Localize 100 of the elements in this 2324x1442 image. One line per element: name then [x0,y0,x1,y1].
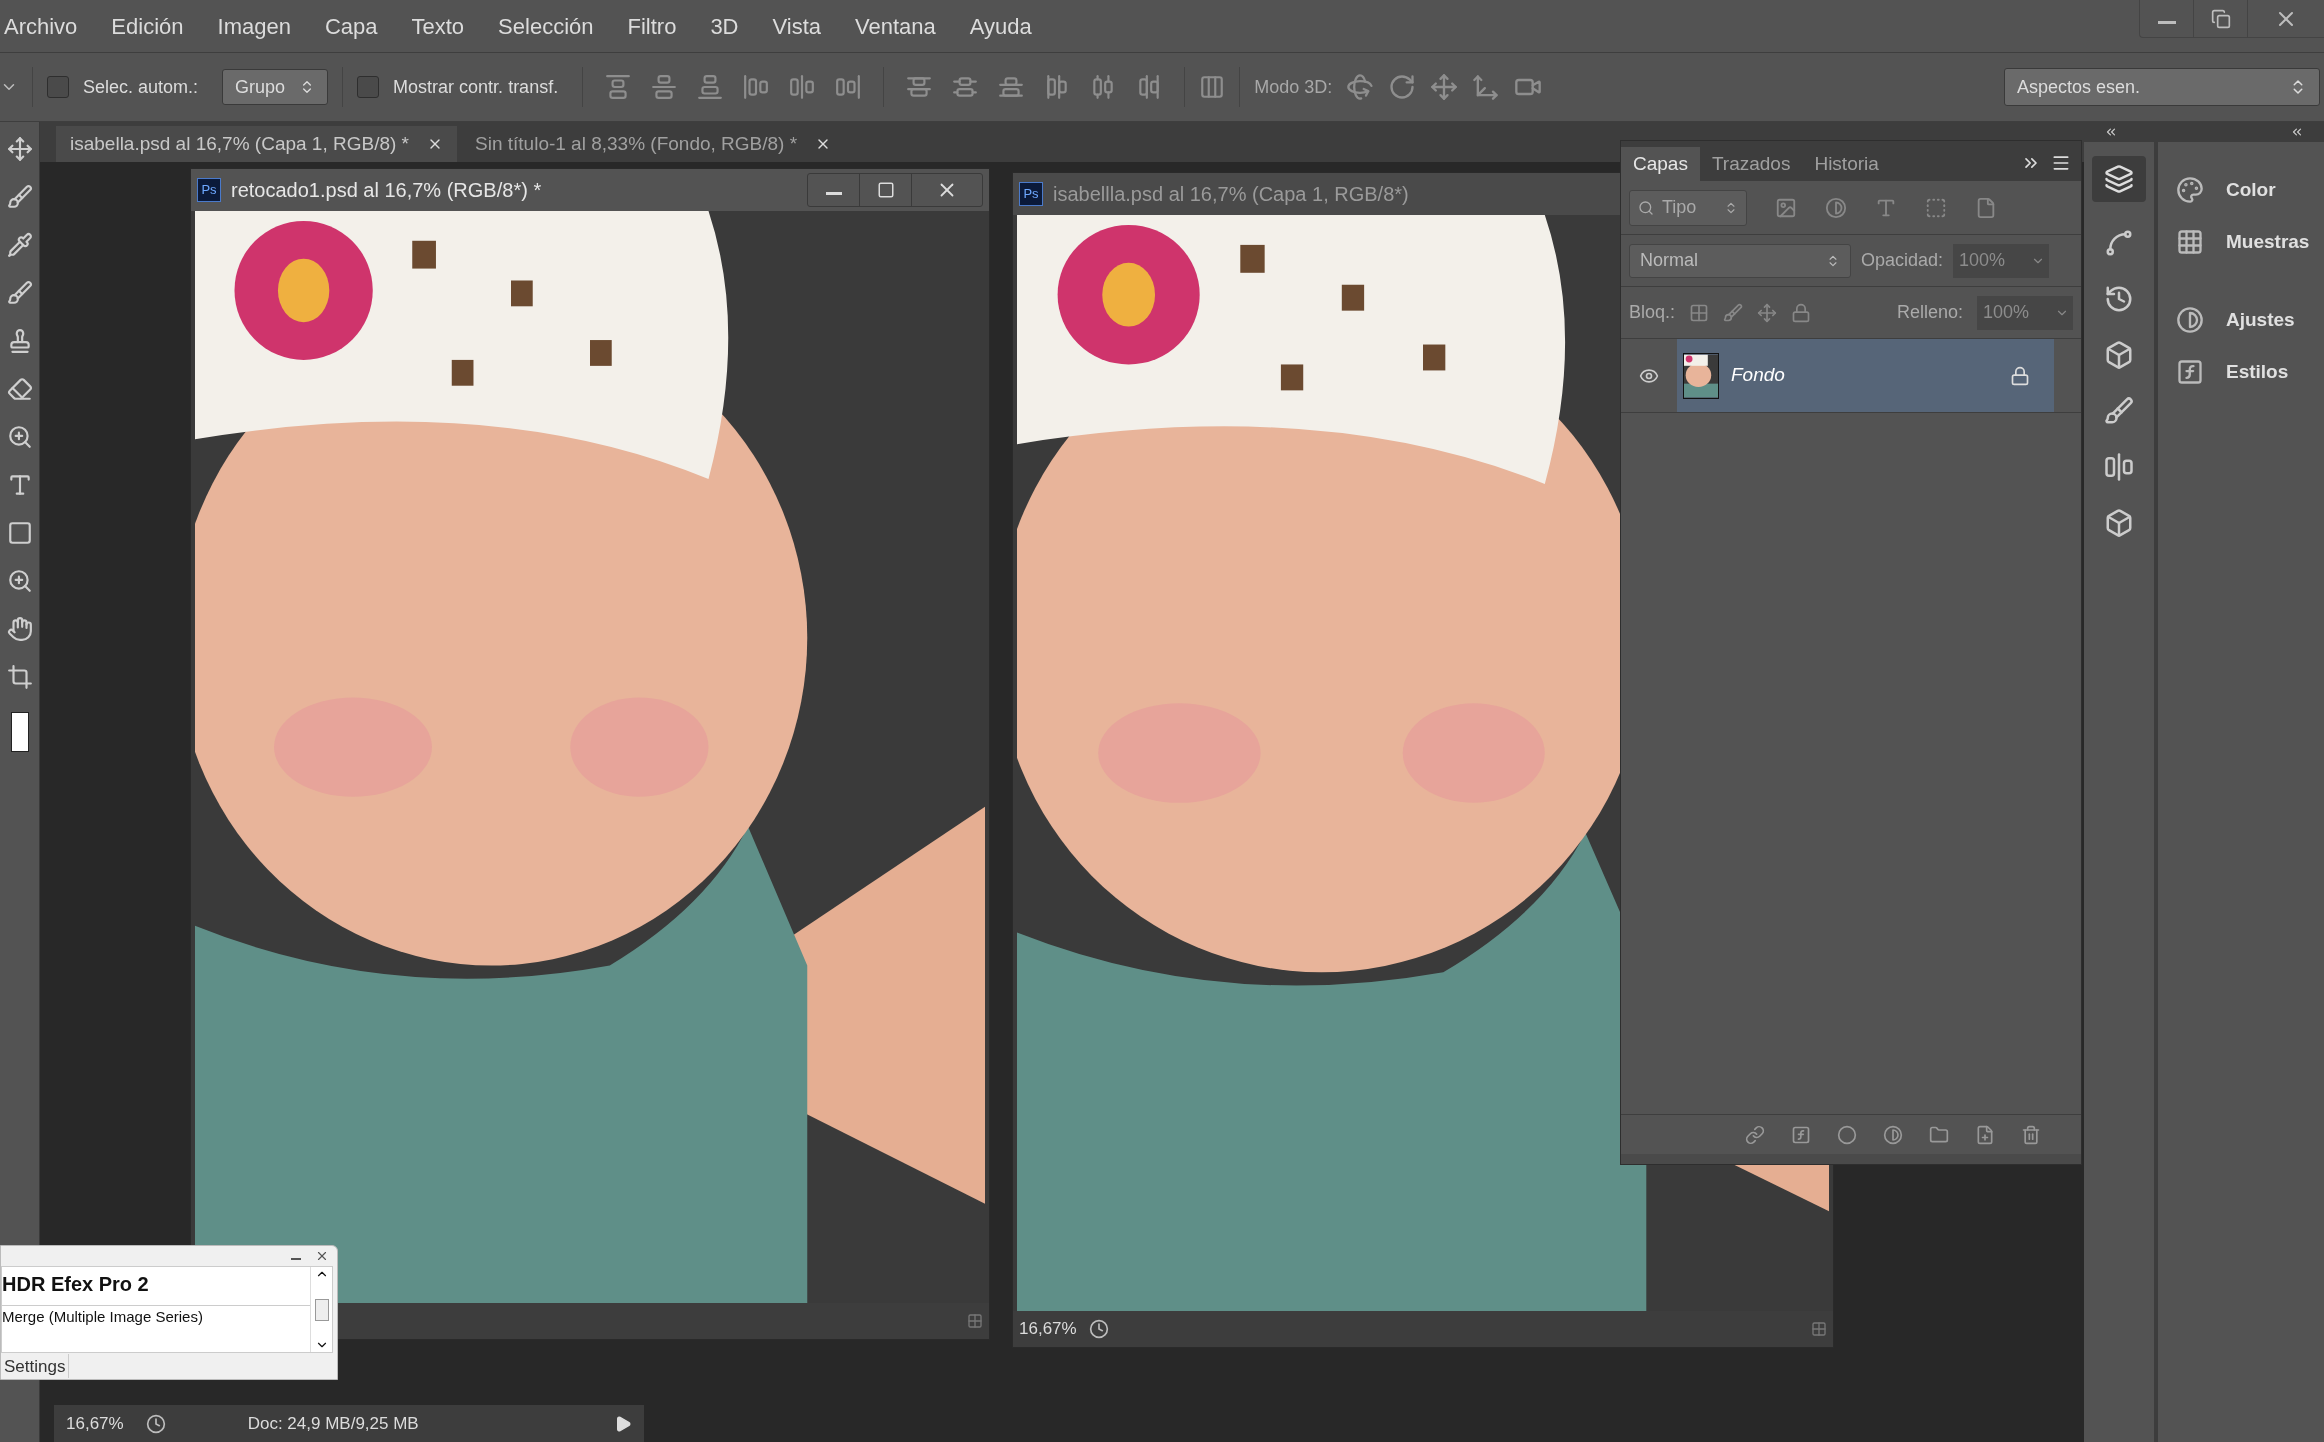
trash-icon[interactable] [2021,1124,2041,1145]
dock-item[interactable]: Ajustes [2158,294,2324,346]
list-item[interactable]: Merge (Multiple Image Series) [2,1305,310,1329]
menu-item[interactable]: Edición [111,9,184,43]
blend-mode-dropdown[interactable]: Normal [1629,243,1851,278]
history-icon[interactable] [2104,284,2134,314]
brush-icon[interactable] [2104,396,2134,426]
collapse-icon[interactable] [2290,125,2304,139]
opacity-label: Opacidad: [1861,249,1944,272]
tool-icon[interactable] [6,520,33,546]
tool-icon[interactable] [6,184,33,210]
move-icon[interactable] [1430,73,1459,101]
adjustment-icon[interactable] [1825,196,1847,219]
panel-grip[interactable] [1621,1154,2081,1164]
tool-icon[interactable] [6,136,33,162]
menu-item[interactable]: Selección [498,9,594,43]
new-layer-icon[interactable] [1975,1124,1995,1145]
dock-item[interactable]: Muestras [2158,216,2324,268]
align-icon[interactable] [651,74,678,100]
workspace-dropdown[interactable]: Aspectos esen. [2004,68,2320,106]
panel-tab[interactable]: Historia [1802,147,1891,181]
search-icon [1638,199,1654,216]
menu-item[interactable]: Filtro [627,9,677,43]
auto-select-dropdown[interactable]: Grupo [222,69,329,105]
app-badge: Ps [197,178,221,202]
checkbox[interactable] [47,76,69,98]
menu-item[interactable]: Texto [411,9,465,43]
layers-icon[interactable] [2092,156,2146,202]
color-swatch[interactable] [10,712,29,752]
panel-menu-icon[interactable] [2051,153,2071,173]
menu-item[interactable]: Imagen [217,9,291,43]
lock-label: Bloq.: [1629,301,1676,324]
menu-item[interactable]: Capa [324,9,378,43]
tool-icon[interactable] [6,424,33,450]
show-transform-label: Mostrar contr. transf. [393,75,559,99]
properties-icon[interactable] [2104,452,2134,482]
slide-icon[interactable] [1472,73,1501,101]
tool-icon[interactable] [6,616,33,642]
tool-icon[interactable] [6,232,33,258]
columns-icon[interactable] [1199,74,1226,100]
play-icon[interactable] [614,1414,632,1433]
dock-item[interactable]: Estilos [2158,346,2324,398]
panel-tab[interactable]: Trazados [1699,147,1803,181]
plugin-title: HDR Efex Pro 2 [2,1272,150,1297]
tool-icon[interactable] [6,664,33,690]
brush-icon[interactable] [1723,302,1744,323]
tool-icon[interactable] [6,376,33,402]
shape-icon[interactable] [1925,196,1947,219]
paths-icon[interactable] [2104,228,2134,258]
layer-name: Fondo [1731,363,1785,388]
checkbox[interactable] [357,76,380,98]
align-icon[interactable] [697,74,724,100]
distribute-icon[interactable] [906,74,933,100]
align-icon[interactable] [835,74,862,100]
app-badge: Ps [1019,182,1043,206]
menu-item[interactable]: Vista [772,9,821,43]
menu-item[interactable]: Archivo [4,9,78,43]
menu-item[interactable]: Ventana [855,9,936,43]
folder-icon[interactable] [1929,1124,1949,1145]
mask-icon[interactable] [1837,1124,1857,1145]
cube-icon[interactable] [2104,340,2134,370]
layer-row[interactable]: Fondo [1677,339,2054,412]
minimize-icon [825,191,842,195]
align-icon[interactable] [605,74,632,100]
roll-icon[interactable] [1388,73,1417,101]
fill-label: Relleno: [1896,301,1963,324]
lock-position-icon[interactable] [1757,302,1778,323]
link-icon[interactable] [1745,1124,1765,1145]
status-icon[interactable] [145,1413,166,1434]
smart-object-icon[interactable] [1975,196,1997,219]
menu-item[interactable]: Ayuda [969,9,1032,43]
minimize-icon [2157,21,2176,24]
tool-icon[interactable] [6,568,33,594]
align-icon[interactable] [789,74,816,100]
resize-grip-icon[interactable] [1811,1321,1827,1337]
scroll-thumb[interactable] [314,1298,329,1321]
distribute-icon[interactable] [952,74,979,100]
settings-button[interactable]: Settings [1,1354,70,1378]
lock-pixels-icon[interactable] [1689,302,1710,323]
status-icon[interactable] [1088,1319,1109,1339]
resize-grip-icon[interactable] [967,1313,983,1329]
cube-icon[interactable] [2104,508,2134,538]
filter-dropdown[interactable]: Tipo [1629,189,1747,226]
image-icon[interactable] [1775,196,1797,219]
document-tab[interactable]: isabella.psd al 16,7% (Capa 1, RGB/8) * [56,126,457,162]
distribute-icon[interactable] [998,74,1025,100]
mode-3d-label: Modo 3D: [1254,75,1333,99]
document-size: Doc: 24,9 MB/9,25 MB [247,1412,419,1435]
adjustment-icon[interactable] [1883,1124,1903,1145]
rotate-3d-icon[interactable] [1346,73,1375,101]
dock-item[interactable]: Color [2158,164,2324,216]
menu-item[interactable]: 3D [710,9,739,43]
lock-icon[interactable] [1791,302,1812,323]
panel-tab[interactable]: Capas [1621,147,1700,181]
effects-icon[interactable] [1791,1124,1811,1145]
tool-icon[interactable] [6,280,33,306]
close-icon[interactable] [315,1249,329,1263]
restore-icon [2210,8,2231,29]
align-icon[interactable] [743,74,770,100]
collapse-icon[interactable] [2104,125,2118,139]
